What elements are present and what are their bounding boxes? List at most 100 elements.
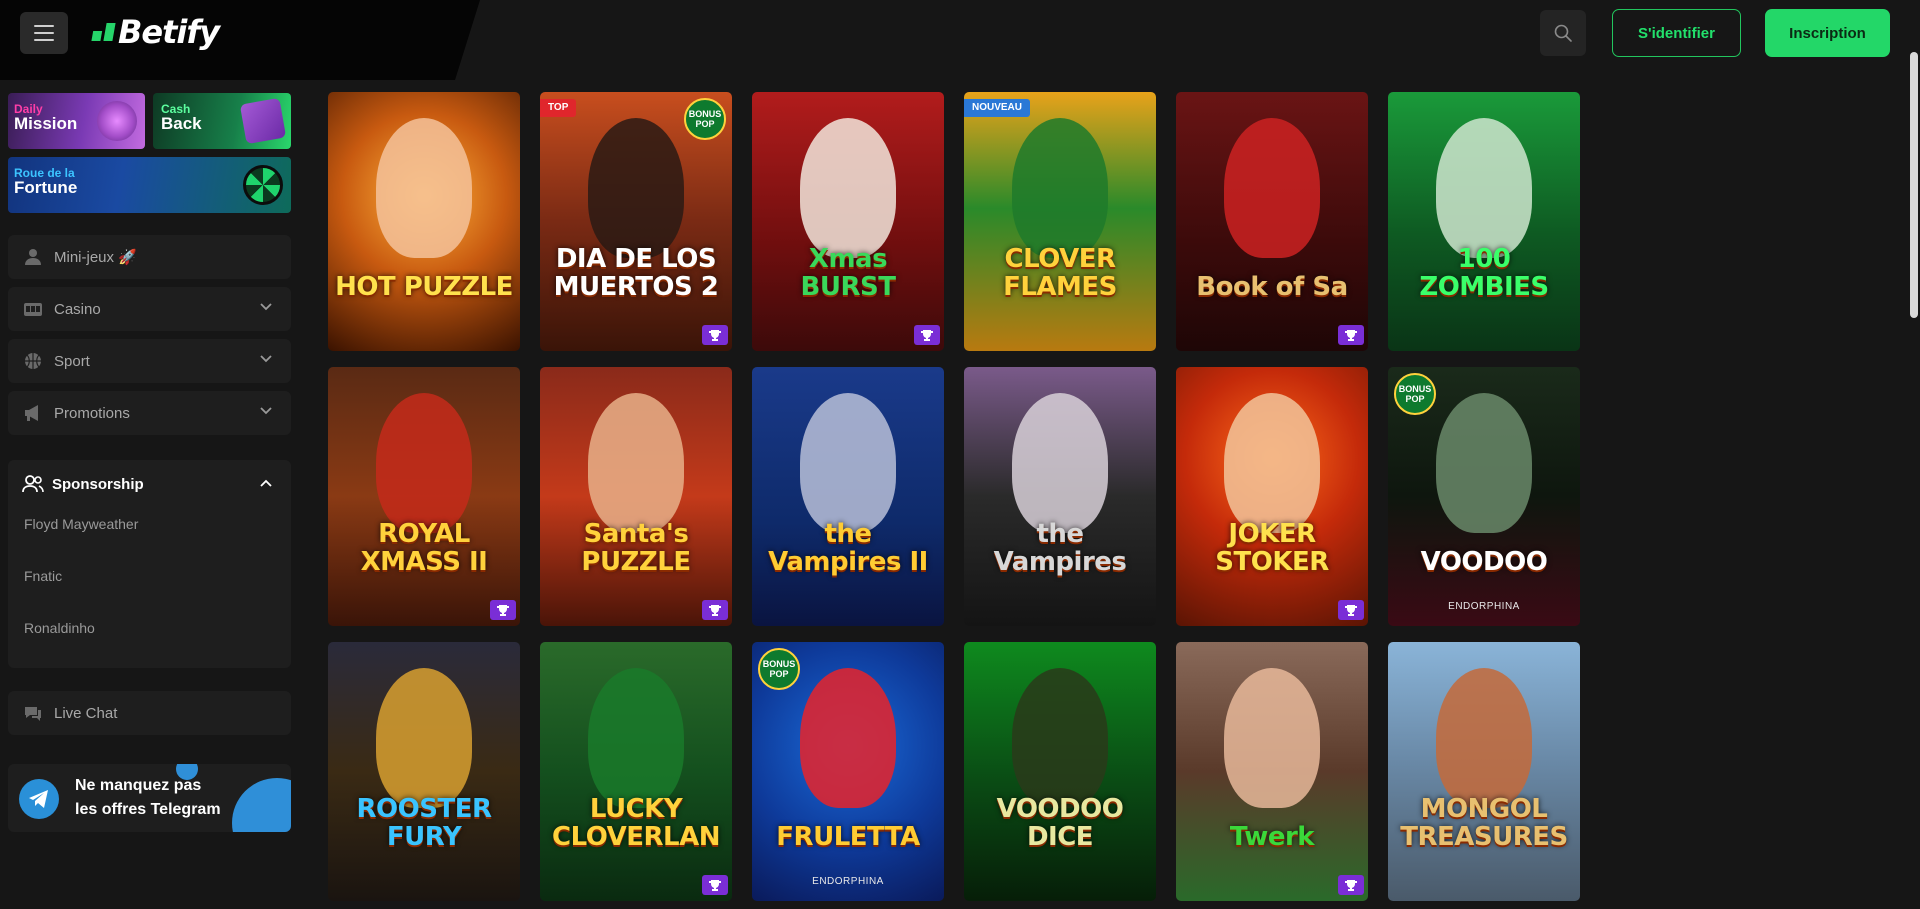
top-header: Betify S'identifier Inscription bbox=[0, 0, 1920, 80]
game-title: the Vampires bbox=[993, 519, 1127, 577]
chevron-down-icon bbox=[260, 303, 272, 311]
sponsor-link[interactable]: Floyd Mayweather bbox=[24, 516, 138, 532]
login-button[interactable]: S'identifier bbox=[1612, 9, 1741, 57]
sponsor-link[interactable]: Ronaldinho bbox=[24, 620, 95, 636]
bonus-pop-badge: BONUS POP bbox=[684, 98, 726, 140]
game-tile[interactable]: FRULETTA ENDORPHINA BONUS POP bbox=[752, 642, 944, 901]
sidebar-item-label: Casino bbox=[54, 300, 101, 318]
game-tile[interactable]: DIA DE LOS MUERTOS 2 TOP BONUS POP bbox=[540, 92, 732, 351]
game-artwork bbox=[1012, 393, 1108, 533]
trophy-icon bbox=[490, 600, 516, 620]
game-tile[interactable]: VOODOO DICE bbox=[964, 642, 1156, 901]
game-provider: ENDORPHINA bbox=[1448, 601, 1520, 612]
chevron-down-icon bbox=[260, 407, 272, 415]
game-tile[interactable]: JOKER STOKER bbox=[1176, 367, 1368, 626]
game-tile[interactable]: Santa's PUZZLE bbox=[540, 367, 732, 626]
game-title: Book of Sa bbox=[1196, 272, 1348, 302]
game-artwork bbox=[376, 118, 472, 258]
hamburger-menu-button[interactable] bbox=[20, 12, 68, 54]
game-tile[interactable]: ROOSTER FURY bbox=[328, 642, 520, 901]
game-provider: ENDORPHINA bbox=[812, 876, 884, 887]
trophy-icon bbox=[1338, 600, 1364, 620]
bonus-pop-line-2: POP bbox=[769, 669, 789, 679]
game-artwork bbox=[588, 393, 684, 533]
bonus-pop-line-1: BONUS bbox=[688, 109, 722, 119]
game-tile[interactable]: MONGOL TREASURES bbox=[1388, 642, 1580, 901]
game-tile[interactable]: Xmas BURST bbox=[752, 92, 944, 351]
game-artwork bbox=[1436, 393, 1532, 533]
bonus-pop-line-1: BONUS bbox=[762, 659, 796, 669]
telegram-icon bbox=[19, 779, 59, 819]
signup-button[interactable]: Inscription bbox=[1765, 9, 1890, 57]
game-artwork bbox=[1224, 393, 1320, 533]
page-scrollbar[interactable] bbox=[1910, 52, 1918, 318]
fortune-wheel-icon bbox=[243, 165, 283, 205]
game-artwork bbox=[1224, 668, 1320, 808]
bonus-pop-line-1: BONUS bbox=[1398, 384, 1432, 394]
game-tile[interactable]: Twerk bbox=[1176, 642, 1368, 901]
game-artwork bbox=[588, 118, 684, 258]
game-title: MONGOL TREASURES bbox=[1400, 794, 1568, 852]
menu-icon-bar bbox=[34, 25, 54, 27]
game-tile[interactable]: HOT PUZZLE bbox=[328, 92, 520, 351]
megaphone-icon bbox=[22, 402, 44, 424]
trophy-icon bbox=[1338, 325, 1364, 345]
game-tile[interactable]: 100 ZOMBIES bbox=[1388, 92, 1580, 351]
game-artwork bbox=[1012, 668, 1108, 808]
sidebar: Daily Mission Cash Back Roue de la Fortu… bbox=[0, 80, 300, 909]
wallet-icon bbox=[239, 97, 287, 145]
game-artwork bbox=[1224, 118, 1320, 258]
user-icon bbox=[22, 246, 44, 268]
target-icon bbox=[97, 101, 137, 141]
bonus-pop-badge: BONUS POP bbox=[1394, 373, 1436, 415]
game-title: Xmas BURST bbox=[800, 244, 896, 302]
trophy-icon bbox=[1338, 875, 1364, 895]
cashback-card[interactable]: Cash Back bbox=[153, 93, 291, 149]
users-icon bbox=[22, 475, 44, 493]
game-artwork bbox=[800, 393, 896, 533]
game-tile[interactable]: ROYAL XMASS II bbox=[328, 367, 520, 626]
logo-mark-icon bbox=[91, 23, 116, 41]
game-tile[interactable]: Book of Sa bbox=[1176, 92, 1368, 351]
bonus-pop-badge: BONUS POP bbox=[758, 648, 800, 690]
sidebar-item-mini-jeux[interactable]: Mini-jeux 🚀 bbox=[8, 235, 291, 279]
telegram-line-1: Ne manquez pas bbox=[75, 777, 202, 794]
game-artwork bbox=[588, 668, 684, 808]
trophy-icon bbox=[702, 600, 728, 620]
sidebar-item-promotions[interactable]: Promotions bbox=[8, 391, 291, 435]
game-title: VOODOO DICE bbox=[996, 794, 1124, 852]
sponsorship-toggle[interactable]: Sponsorship bbox=[8, 460, 291, 508]
chevron-down-icon bbox=[260, 355, 272, 363]
game-title: JOKER STOKER bbox=[1215, 519, 1329, 577]
sponsor-link[interactable]: Fnatic bbox=[24, 568, 62, 584]
game-tile[interactable]: CLOVER FLAMES NOUVEAU bbox=[964, 92, 1156, 351]
game-tile[interactable]: the Vampires bbox=[964, 367, 1156, 626]
menu-icon-bar bbox=[34, 32, 54, 34]
game-tile[interactable]: VOODOO ENDORPHINA BONUS POP bbox=[1388, 367, 1580, 626]
sidebar-item-sport[interactable]: Sport bbox=[8, 339, 291, 383]
chat-icon bbox=[22, 702, 44, 724]
daily-mission-card[interactable]: Daily Mission bbox=[8, 93, 145, 149]
game-artwork bbox=[376, 393, 472, 533]
basketball-icon bbox=[22, 350, 44, 372]
live-chat-button[interactable]: Live Chat bbox=[8, 691, 291, 735]
game-artwork bbox=[800, 118, 896, 258]
game-title: FRULETTA bbox=[776, 822, 920, 852]
game-title: DIA DE LOS MUERTOS 2 bbox=[553, 244, 719, 302]
telegram-line-2: les offres Telegram bbox=[75, 801, 221, 818]
game-title: Santa's PUZZLE bbox=[581, 519, 691, 577]
game-title: HOT PUZZLE bbox=[335, 272, 513, 302]
brand-logo[interactable]: Betify bbox=[91, 12, 220, 52]
telegram-banner[interactable]: Ne manquez pas les offres Telegram bbox=[8, 764, 291, 832]
search-button[interactable] bbox=[1540, 10, 1586, 56]
trophy-icon bbox=[914, 325, 940, 345]
game-artwork bbox=[376, 668, 472, 808]
game-tile[interactable]: LUCKY CLOVERLAN bbox=[540, 642, 732, 901]
sidebar-item-casino[interactable]: Casino bbox=[8, 287, 291, 331]
bonus-pop-line-2: POP bbox=[1405, 394, 1425, 404]
game-title: 100 ZOMBIES bbox=[1419, 244, 1549, 302]
wheel-of-fortune-card[interactable]: Roue de la Fortune bbox=[8, 157, 291, 213]
chevron-up-icon bbox=[260, 479, 272, 487]
game-tile[interactable]: the Vampires II bbox=[752, 367, 944, 626]
game-title: CLOVER FLAMES bbox=[1003, 244, 1117, 302]
